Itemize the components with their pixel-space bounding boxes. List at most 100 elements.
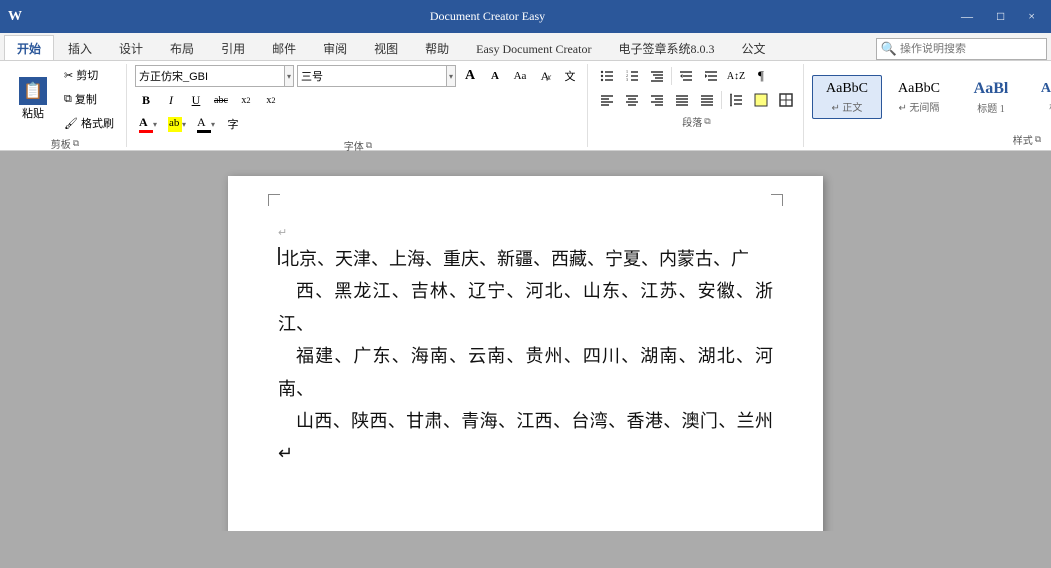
border-color-button[interactable]: A ▾ [193, 113, 219, 135]
style-normal-preview: AaBbC [826, 80, 868, 98]
chinese-layout-button[interactable]: 文 [559, 65, 581, 87]
subscript-button[interactable]: x2 [235, 89, 257, 111]
font-size-input[interactable] [298, 70, 446, 82]
tab-home[interactable]: 开始 [4, 35, 54, 60]
doc-line-2: 西、黑龙江、吉林、辽宁、河北、山东、江苏、安徽、浙江、 [278, 275, 773, 340]
align-center-button[interactable] [621, 89, 643, 111]
maximize-button[interactable]: □ [989, 7, 1012, 26]
borders-button[interactable] [775, 89, 797, 111]
font-row3: A ▾ ab ▾ A ▾ 字 [135, 112, 581, 136]
paragraph-section: 123 A↕Z ¶ [590, 64, 804, 147]
doc-line-3: 福建、广东、海南、云南、贵州、四川、湖南、湖北、河南、 [278, 340, 773, 405]
enter-mark: ↵ [278, 226, 773, 239]
highlight-color-button[interactable]: ab ▾ [164, 113, 190, 135]
tab-easy-doc[interactable]: Easy Document Creator [463, 37, 604, 60]
numbering-button[interactable]: 123 [621, 65, 643, 87]
clipboard-group: ✂ 剪切 ⧉ 复制 🖌 格式刷 [58, 64, 120, 134]
clear-format-button[interactable]: A✗ [534, 65, 556, 87]
border-dropdown[interactable]: ▾ [211, 120, 215, 129]
font-color-dropdown[interactable]: ▾ [153, 120, 157, 129]
highlight-dropdown[interactable]: ▾ [182, 120, 186, 129]
font-expand-icon[interactable]: ⧉ [366, 140, 372, 151]
multilevel-list-button[interactable] [646, 65, 668, 87]
para-row1: 123 A↕Z ¶ [596, 64, 797, 88]
tab-esign[interactable]: 电子签章系统8.0.3 [605, 35, 727, 60]
shading-button[interactable] [750, 89, 772, 111]
style-nospace-label: ↵ 无间隔 [899, 99, 940, 114]
align-left-button[interactable] [596, 89, 618, 111]
search-input[interactable] [900, 43, 1042, 55]
tab-design[interactable]: 设计 [106, 35, 156, 60]
doc-line-4: 山西、陕西、甘肃、青海、江西、台湾、香港、澳门、兰州↵ [278, 405, 773, 470]
style-heading1[interactable]: AaBl 标题 1 [956, 74, 1026, 120]
font-name-selector[interactable]: ▾ [135, 65, 294, 87]
style-heading2[interactable]: AaBbC 标题 2 [1028, 75, 1051, 118]
style-h1-preview: AaBl [974, 79, 1009, 100]
ribbon-toolbar: 📋 粘贴 ✂ 剪切 ⧉ 复制 🖌 格式刷 剪板 ⧉ [0, 61, 1051, 151]
tab-references[interactable]: 引用 [208, 35, 258, 60]
font-color-button[interactable]: A ▾ [135, 113, 161, 135]
tab-layout[interactable]: 布局 [157, 35, 207, 60]
tab-help[interactable]: 帮助 [412, 35, 462, 60]
font-grow-button[interactable]: A [459, 65, 481, 87]
font-row2: B I U abc x2 x2 [135, 88, 581, 112]
style-no-space[interactable]: AaBbC ↵ 无间隔 [884, 75, 954, 118]
show-marks-button[interactable]: ¶ [750, 65, 772, 87]
tab-official[interactable]: 公文 [728, 35, 778, 60]
superscript-button[interactable]: x2 [260, 89, 282, 111]
justify-button[interactable] [671, 89, 693, 111]
increase-indent-button[interactable] [700, 65, 722, 87]
format-painter-button[interactable]: 🖌 格式刷 [58, 112, 120, 134]
bullets-button[interactable] [596, 65, 618, 87]
font-size-dropdown[interactable]: ▾ [446, 66, 455, 86]
clipboard-label: 剪板 ⧉ [51, 134, 79, 151]
font-row1: ▾ ▾ A A Aa A✗ 文 [135, 64, 581, 88]
ribbon-tabs: 开始 插入 设计 布局 引用 邮件 审阅 视图 帮助 Easy Document… [0, 33, 1051, 61]
tab-mail[interactable]: 邮件 [259, 35, 309, 60]
phonetic-button[interactable]: 字 [222, 113, 244, 135]
styles-label: 样式 ⧉ [812, 130, 1051, 147]
paste-button[interactable]: 📋 粘贴 [10, 72, 56, 126]
strikethrough-button[interactable]: abc [210, 89, 232, 111]
cut-button[interactable]: ✂ 剪切 [58, 64, 120, 86]
tab-review[interactable]: 审阅 [310, 35, 360, 60]
document-content[interactable]: 北京、天津、上海、重庆、新疆、西藏、宁夏、内蒙古、广 西、黑龙江、吉林、辽宁、河… [278, 243, 773, 470]
document-page[interactable]: ↵ 北京、天津、上海、重庆、新疆、西藏、宁夏、内蒙古、广 西、黑龙江、吉林、辽宁… [228, 176, 823, 531]
document-title: Document Creator Easy [430, 9, 545, 23]
font-shrink-button[interactable]: A [484, 65, 506, 87]
page-corner-tl [268, 194, 280, 206]
clipboard-expand-icon[interactable]: ⧉ [73, 138, 79, 149]
search-box[interactable]: 🔍 [876, 38, 1047, 60]
minimize-button[interactable]: — [953, 7, 981, 26]
format-painter-icon: 🖌 [64, 117, 78, 130]
copy-button[interactable]: ⧉ 复制 [58, 88, 120, 110]
decrease-indent-button[interactable] [675, 65, 697, 87]
format-painter-label: 格式刷 [81, 115, 114, 131]
underline-button[interactable]: U [185, 89, 207, 111]
sort-button[interactable]: A↕Z [725, 65, 747, 87]
paragraph-label: 段落 ⧉ [596, 112, 797, 129]
change-case-button[interactable]: Aa [509, 65, 531, 87]
font-name-dropdown[interactable]: ▾ [284, 66, 293, 86]
styles-section: AaBbC ↵ 正文 AaBbC ↵ 无间隔 AaBl 标题 1 AaBbC 标… [806, 64, 1051, 147]
line-spacing-button[interactable] [725, 89, 747, 111]
font-label: 字体 ⧉ [135, 136, 581, 153]
styles-expand-icon[interactable]: ⧉ [1035, 134, 1041, 145]
tab-view[interactable]: 视图 [361, 35, 411, 60]
paragraph-expand-icon[interactable]: ⧉ [704, 116, 710, 127]
search-icon: 🔍 [881, 41, 897, 57]
style-h1-label: 标题 1 [977, 100, 1005, 115]
tab-insert[interactable]: 插入 [55, 35, 105, 60]
para-row2 [596, 88, 797, 112]
font-section: ▾ ▾ A A Aa A✗ 文 B I U abc x2 x2 A [129, 64, 588, 147]
style-normal[interactable]: AaBbC ↵ 正文 [812, 75, 882, 118]
page-corner-tr [771, 194, 783, 206]
font-name-input[interactable] [136, 70, 284, 82]
align-right-button[interactable] [646, 89, 668, 111]
font-size-selector[interactable]: ▾ [297, 65, 456, 87]
bold-button[interactable]: B [135, 89, 157, 111]
distribute-align-button[interactable] [696, 89, 718, 111]
close-button[interactable]: × [1020, 7, 1043, 26]
italic-button[interactable]: I [160, 89, 182, 111]
svg-text:3: 3 [626, 77, 628, 82]
